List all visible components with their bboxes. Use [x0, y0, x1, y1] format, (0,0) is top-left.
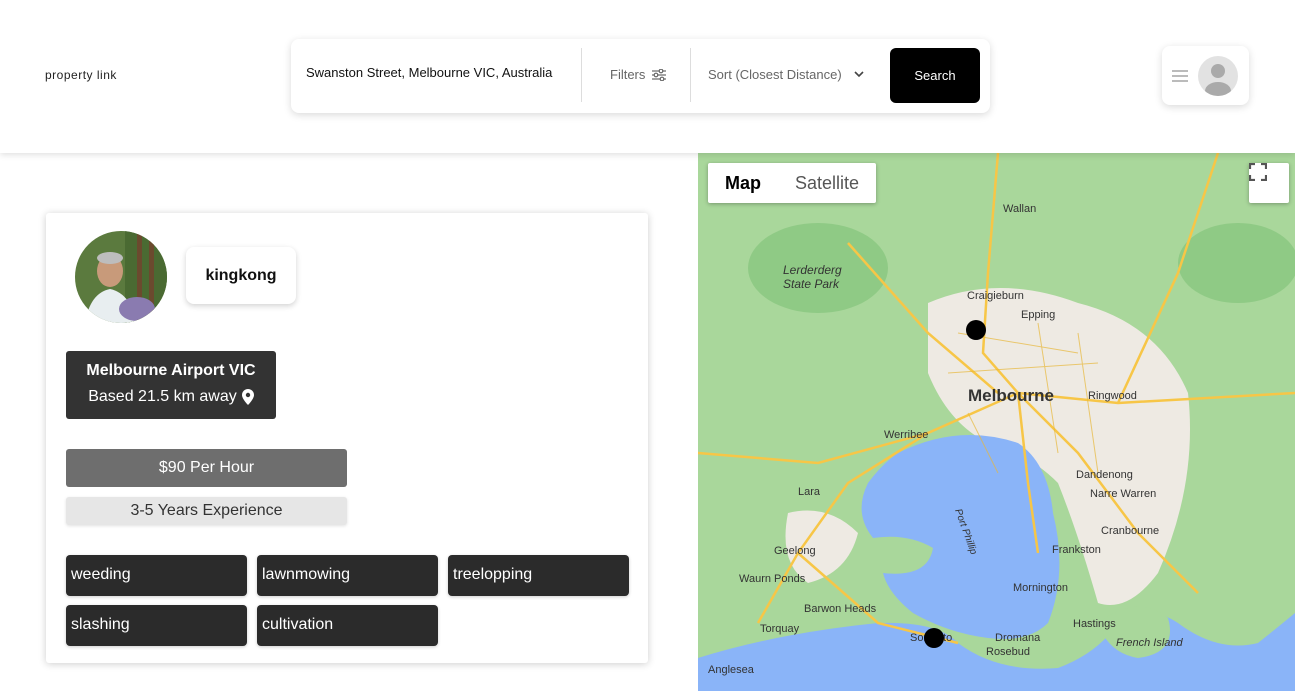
experience-badge: 3-5 Years Experience: [66, 497, 347, 525]
search-input[interactable]: [306, 65, 576, 80]
distance-row: Based 21.5 km away: [66, 388, 276, 406]
map-label: Frankston: [1052, 544, 1101, 556]
logo[interactable]: property link: [45, 68, 117, 82]
location-title: Melbourne Airport VIC: [86, 362, 256, 379]
app-header: property link Filters Sort (Closest Dist…: [0, 0, 1295, 153]
map-label: Barwon Heads: [804, 603, 877, 615]
chevron-down-icon: [854, 71, 864, 78]
service-tags: weeding lawnmowing treelopping slashing …: [66, 555, 631, 646]
distance-text: Based 21.5 km away: [88, 388, 237, 405]
sliders-icon: [652, 68, 667, 81]
user-avatar-icon: [1198, 55, 1238, 96]
map-label: Dromana: [995, 632, 1041, 644]
map-label: Werribee: [884, 429, 928, 441]
menu-icon: [1172, 69, 1188, 82]
user-menu-button[interactable]: [1162, 46, 1249, 105]
sort-label: Sort (Closest Distance): [708, 67, 842, 82]
map-view[interactable]: Melbourne Lerderderg State Park Craigieb…: [698, 153, 1295, 691]
map-type-toggle: Map Satellite: [708, 163, 877, 203]
map-label: Epping: [1021, 309, 1055, 321]
map-marker[interactable]: [966, 320, 986, 340]
username-badge[interactable]: kingkong: [186, 247, 296, 304]
map-label: Geelong: [774, 545, 816, 557]
filters-label: Filters: [610, 67, 646, 82]
map-label: Lerderderg: [783, 263, 842, 277]
divider: [581, 48, 582, 102]
filters-button[interactable]: Filters: [610, 67, 667, 82]
search-bar: Filters Sort (Closest Distance) Search: [291, 39, 990, 113]
map-type-satellite-button[interactable]: Satellite: [778, 163, 876, 203]
map-type-map-button[interactable]: Map: [708, 163, 778, 203]
sort-select[interactable]: Sort (Closest Distance): [708, 67, 864, 82]
map-label: Lara: [798, 486, 821, 498]
fullscreen-icon: [1249, 163, 1267, 181]
map-label: French Island: [1116, 637, 1184, 649]
map-label: Craigieburn: [967, 290, 1024, 302]
map-label: Ringwood: [1088, 390, 1137, 402]
map-label: Hastings: [1073, 618, 1116, 630]
fullscreen-button[interactable]: [1249, 163, 1289, 203]
map-label: Anglesea: [708, 664, 755, 676]
map-label: Cranbourne: [1101, 525, 1159, 537]
hourly-rate: $90 Per Hour: [66, 449, 347, 487]
service-tag[interactable]: cultivation: [257, 605, 438, 646]
service-tag[interactable]: slashing: [66, 605, 247, 646]
map-label: Rosebud: [986, 646, 1030, 658]
search-button[interactable]: Search: [890, 48, 980, 103]
map-pin-icon: [241, 389, 254, 405]
map-label: Narre Warren: [1090, 488, 1156, 500]
location-box: Melbourne Airport VIC Based 21.5 km away: [66, 351, 276, 419]
listing-card[interactable]: kingkong Melbourne Airport VIC Based 21.…: [46, 213, 648, 663]
map-canvas[interactable]: Melbourne Lerderderg State Park Craigieb…: [698, 153, 1295, 691]
service-tag[interactable]: treelopping: [448, 555, 629, 596]
map-label: Dandenong: [1076, 469, 1133, 481]
map-label: Torquay: [760, 623, 800, 635]
service-tag[interactable]: lawnmowing: [257, 555, 438, 596]
profile-photo: [75, 231, 167, 323]
map-label: Melbourne: [968, 386, 1054, 405]
map-label: State Park: [783, 277, 840, 291]
map-label: Waurn Ponds: [739, 573, 806, 585]
map-label: Wallan: [1003, 203, 1036, 215]
map-marker[interactable]: [924, 628, 944, 648]
map-label: Mornington: [1013, 582, 1068, 594]
divider: [690, 48, 691, 102]
service-tag[interactable]: weeding: [66, 555, 247, 596]
